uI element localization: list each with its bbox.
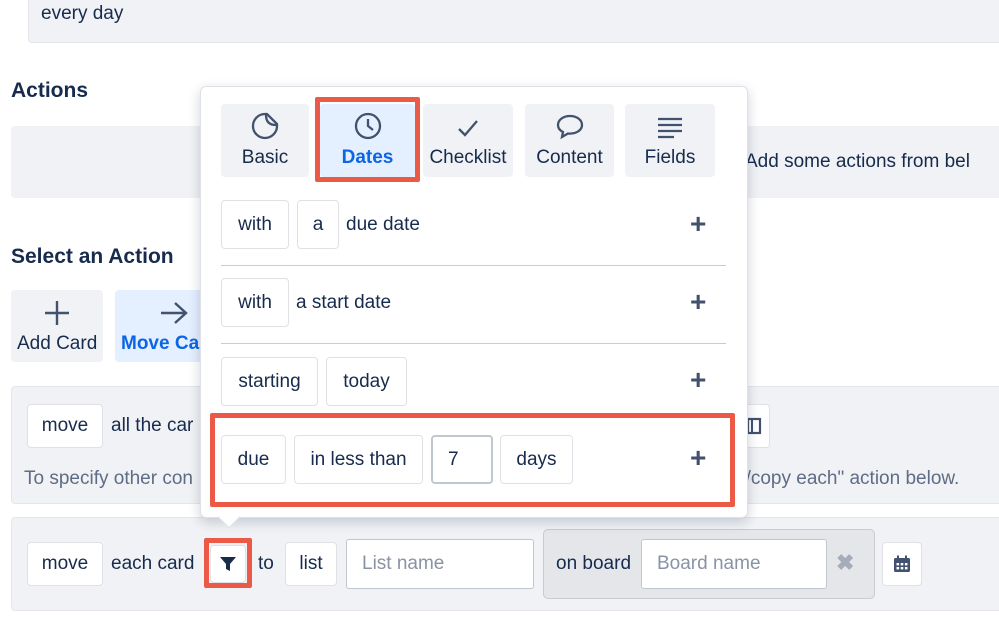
tab-content[interactable]: Content (525, 104, 614, 177)
days-chip[interactable]: days (500, 435, 573, 484)
to-text: to (258, 553, 274, 574)
with-chip-1[interactable]: with (221, 200, 289, 249)
starting-chip[interactable]: starting (221, 357, 318, 406)
list-name-input[interactable]: List name (346, 539, 534, 589)
start-date-text: a start date (296, 292, 392, 313)
add-card-button[interactable]: Add Card (11, 290, 103, 362)
a-chip[interactable]: a (297, 200, 339, 249)
each-card-text: each card (111, 553, 195, 574)
plus-icon (45, 301, 69, 325)
move-chip-1[interactable]: move (27, 404, 103, 448)
actions-placeholder: Add some actions from bel (745, 151, 970, 172)
due-chip[interactable]: due (221, 435, 286, 484)
arrow-right-icon (161, 302, 188, 324)
clear-icon[interactable]: ✖ (836, 552, 856, 574)
actions-heading: Actions (11, 79, 89, 102)
add-start-date-button[interactable]: + (690, 288, 706, 316)
today-chip[interactable]: today (326, 357, 407, 406)
tab-basic[interactable]: Basic (221, 104, 309, 177)
calendar-icon (894, 555, 910, 572)
tab-content-label: Content (536, 147, 603, 168)
tab-basic-label: Basic (241, 147, 289, 168)
days-count-input[interactable]: 7 (431, 435, 493, 484)
check-icon (458, 120, 478, 137)
row1-text: all the car (111, 415, 194, 436)
on-board-text: on board (556, 553, 632, 574)
dates-tab-highlight (315, 97, 420, 182)
add-starting-button[interactable]: + (690, 366, 706, 394)
speech-bubble-icon (556, 114, 583, 140)
sticker-icon (251, 112, 279, 140)
lines-icon (658, 117, 682, 139)
divider-1 (221, 265, 726, 266)
tab-checklist-label: Checklist (429, 147, 507, 168)
add-due-button[interactable]: + (690, 444, 706, 472)
move-card-button[interactable]: Move Ca (115, 290, 205, 362)
in-less-than-chip[interactable]: in less than (294, 435, 423, 484)
move-card-label: Move Ca (121, 333, 200, 354)
row1-hint-left: To specify other con (24, 468, 193, 489)
tab-fields[interactable]: Fields (625, 104, 715, 177)
due-date-text: due date (346, 214, 420, 235)
move-chip-2[interactable]: move (27, 542, 103, 586)
row1-hint-right: e/copy each" action below. (735, 468, 960, 489)
select-action-heading: Select an Action (11, 245, 174, 268)
tab-checklist[interactable]: Checklist (423, 104, 513, 177)
add-due-date-button[interactable]: + (690, 210, 706, 238)
trigger-box (28, 0, 999, 43)
tab-fields-label: Fields (644, 147, 696, 168)
filter-highlight (204, 538, 252, 588)
add-card-label: Add Card (17, 333, 98, 354)
with-chip-2[interactable]: with (221, 278, 289, 327)
calendar-button[interactable] (882, 542, 922, 586)
divider-2 (221, 343, 726, 344)
trigger-text: every day (41, 3, 124, 24)
list-chip[interactable]: list (285, 542, 337, 586)
board-name-input[interactable]: Board name (641, 539, 827, 589)
